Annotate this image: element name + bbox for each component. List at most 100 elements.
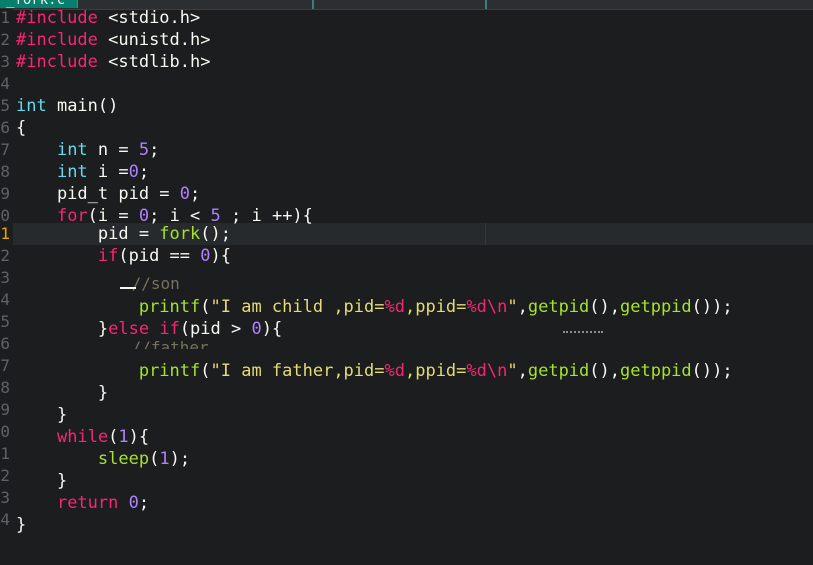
- code-text: ;: [138, 493, 150, 513]
- code-text: (: [200, 297, 211, 317]
- type-keyword: int: [16, 96, 47, 116]
- include-header: <stdlib.h>: [97, 52, 211, 72]
- function-call: sleep: [97, 449, 150, 469]
- line-number: 4: [0, 74, 10, 93]
- line-number: 3: [0, 268, 10, 287]
- autocomplete-ghost: [563, 331, 603, 337]
- function-call: getppid: [620, 361, 692, 381]
- code-line: if(pid == 0){: [16, 245, 231, 267]
- line-number-gutter: 1 2 3 4 5 6 7 8 9 0 1 2 3 4 5 6 7 8 9 0 …: [0, 8, 13, 565]
- type-keyword: int: [56, 140, 88, 160]
- number-literal: 5: [138, 140, 150, 160]
- code-line: pid_t pid = 0;: [16, 183, 200, 205]
- format-specifier: %d: [384, 297, 405, 317]
- control-keyword: if: [97, 246, 119, 266]
- line-number: 5: [0, 96, 10, 115]
- code-text: ;: [190, 184, 201, 204]
- string-literal: ": [507, 361, 518, 381]
- code-line: sleep(1);: [16, 448, 190, 470]
- function-call: printf: [138, 297, 201, 317]
- code-line-active: pid = fork();: [16, 223, 231, 245]
- function-call: getpid: [527, 297, 590, 317]
- code-text: (pid ==: [118, 246, 201, 266]
- code-text: ());: [691, 361, 733, 381]
- preprocessor-directive: #include: [16, 8, 98, 28]
- code-line: printf("I am father,pid=%d,ppid=%d\n",ge…: [16, 360, 733, 382]
- code-text: );: [169, 449, 191, 469]
- line-number: 3: [0, 488, 10, 507]
- control-keyword: return: [56, 493, 119, 513]
- comment: //father: [131, 338, 209, 349]
- string-literal: ,ppid=: [404, 297, 467, 317]
- code-line: #include <stdlib.h>: [16, 51, 210, 73]
- code-text: ){: [128, 427, 150, 447]
- code-text: }: [16, 319, 109, 339]
- code-line: }: [16, 470, 67, 492]
- number-literal: 0: [128, 162, 139, 182]
- code-text: }: [16, 515, 27, 535]
- line-number: 8: [0, 162, 10, 181]
- code-text: }: [16, 405, 68, 425]
- tab-divider: [485, 0, 487, 9]
- line-number: 1: [0, 444, 10, 463]
- code-text: ){: [261, 319, 283, 339]
- code-text: ;: [149, 140, 160, 160]
- string-literal: "I am child ,pid=: [210, 297, 385, 317]
- string-literal: ,ppid=: [404, 361, 467, 381]
- code-text: (),: [589, 361, 620, 381]
- code-line: }: [16, 514, 26, 536]
- code-line: int main(): [16, 95, 118, 117]
- line-number: 9: [0, 184, 10, 203]
- preprocessor-directive: #include: [16, 52, 98, 72]
- code-text: (),: [589, 297, 620, 317]
- code-text: ,: [517, 361, 528, 381]
- code-text: main(): [46, 96, 119, 116]
- format-specifier: %d\n: [466, 361, 508, 381]
- line-number: 0: [0, 422, 10, 441]
- number-literal: 1: [118, 427, 129, 447]
- include-header: <unistd.h>: [97, 30, 211, 50]
- code-text: (: [200, 361, 211, 381]
- code-text: }: [16, 383, 109, 403]
- line-number: 7: [0, 356, 10, 375]
- string-literal: "I am father,pid=: [210, 361, 385, 381]
- type-keyword: int: [56, 162, 88, 182]
- line-number: 6: [0, 334, 10, 353]
- code-text: pid =: [16, 224, 160, 244]
- code-text: ){: [210, 246, 231, 266]
- code-line: #include <unistd.h>: [16, 29, 210, 51]
- code-line: int i =0;: [16, 161, 149, 183]
- function-call: printf: [138, 361, 201, 381]
- code-text: ();: [200, 224, 231, 244]
- code-text: ());: [691, 297, 733, 317]
- code-line: {: [16, 117, 26, 139]
- function-call: getpid: [527, 361, 590, 381]
- number-literal: 0: [128, 493, 139, 513]
- code-editor[interactable]: 1 2 3 4 5 6 7 8 9 0 1 2 3 4 5 6 7 8 9 0 …: [0, 8, 813, 565]
- include-header: <stdio.h>: [97, 8, 201, 28]
- code-line: //father: [16, 337, 209, 349]
- line-number: 5: [0, 312, 10, 331]
- line-number: 6: [0, 118, 10, 137]
- line-number: 4: [0, 510, 10, 529]
- code-text: {: [16, 118, 27, 138]
- code-line: }: [16, 404, 67, 426]
- line-number: 1: [0, 8, 10, 27]
- line-number-active: 1: [0, 224, 10, 243]
- code-text: i =: [87, 162, 129, 182]
- number-literal: 0: [179, 184, 191, 204]
- column-guide: [485, 223, 486, 245]
- code-line: int n = 5;: [16, 139, 159, 161]
- line-number: 2: [0, 30, 10, 49]
- string-literal: ": [507, 297, 518, 317]
- number-literal: 1: [159, 449, 170, 469]
- code-text: ,: [517, 297, 528, 317]
